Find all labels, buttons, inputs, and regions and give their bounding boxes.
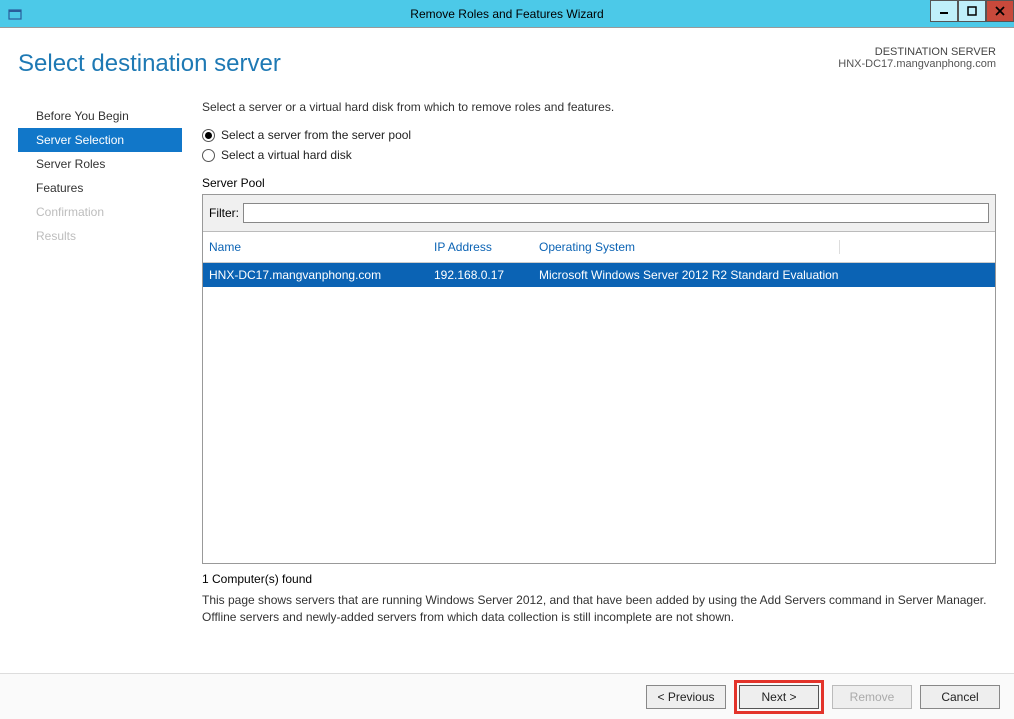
- radio-virtual-hard-disk[interactable]: Select a virtual hard disk: [202, 148, 996, 162]
- destination-server: HNX-DC17.mangvanphong.com: [838, 58, 996, 70]
- radio-icon: [202, 149, 215, 162]
- window-title: Remove Roles and Features Wizard: [410, 7, 603, 21]
- table-row[interactable]: HNX-DC17.mangvanphong.com 192.168.0.17 M…: [203, 263, 995, 287]
- radio-server-pool[interactable]: Select a server from the server pool: [202, 128, 996, 142]
- sidebar-item-before-you-begin[interactable]: Before You Begin: [18, 104, 182, 128]
- destination-label: DESTINATION SERVER: [838, 46, 996, 58]
- cancel-button[interactable]: Cancel: [920, 685, 1000, 709]
- column-os[interactable]: Operating System: [539, 240, 839, 254]
- column-ip[interactable]: IP Address: [434, 240, 539, 254]
- server-pool-box: Filter: Name IP Address Operating System…: [202, 194, 996, 564]
- close-button[interactable]: [986, 0, 1014, 22]
- sidebar-item-results: Results: [18, 224, 182, 248]
- filter-bar: Filter:: [203, 195, 995, 232]
- maximize-button[interactable]: [958, 0, 986, 22]
- filter-input[interactable]: [243, 203, 989, 223]
- filter-label: Filter:: [209, 206, 239, 220]
- remove-button: Remove: [832, 685, 912, 709]
- intro-text: Select a server or a virtual hard disk f…: [202, 100, 996, 114]
- computers-found: 1 Computer(s) found: [202, 572, 996, 586]
- grid-header: Name IP Address Operating System: [203, 232, 995, 263]
- sidebar-item-confirmation: Confirmation: [18, 200, 182, 224]
- radio-label: Select a virtual hard disk: [221, 148, 352, 162]
- sidebar-item-server-selection[interactable]: Server Selection: [18, 128, 182, 152]
- column-padding: [839, 240, 989, 254]
- radio-icon: [202, 129, 215, 142]
- sidebar-item-features[interactable]: Features: [18, 176, 182, 200]
- cell-name: HNX-DC17.mangvanphong.com: [209, 268, 434, 282]
- cell-os: Microsoft Windows Server 2012 R2 Standar…: [539, 268, 989, 282]
- previous-button[interactable]: < Previous: [646, 685, 726, 709]
- next-highlight: Next >: [734, 680, 824, 714]
- page-note: This page shows servers that are running…: [202, 592, 996, 626]
- wizard-sidebar: Before You Begin Server Selection Server…: [18, 100, 182, 626]
- column-name[interactable]: Name: [209, 240, 434, 254]
- minimize-button[interactable]: [930, 0, 958, 22]
- next-button[interactable]: Next >: [739, 685, 819, 709]
- sidebar-item-server-roles[interactable]: Server Roles: [18, 152, 182, 176]
- app-icon: [4, 3, 26, 25]
- grid-body: HNX-DC17.mangvanphong.com 192.168.0.17 M…: [203, 263, 995, 563]
- wizard-footer: < Previous Next > Remove Cancel: [0, 673, 1014, 719]
- destination-info: DESTINATION SERVER HNX-DC17.mangvanphong…: [838, 46, 996, 70]
- radio-label: Select a server from the server pool: [221, 128, 411, 142]
- titlebar: Remove Roles and Features Wizard: [0, 0, 1014, 28]
- cell-ip: 192.168.0.17: [434, 268, 539, 282]
- server-pool-label: Server Pool: [202, 176, 996, 190]
